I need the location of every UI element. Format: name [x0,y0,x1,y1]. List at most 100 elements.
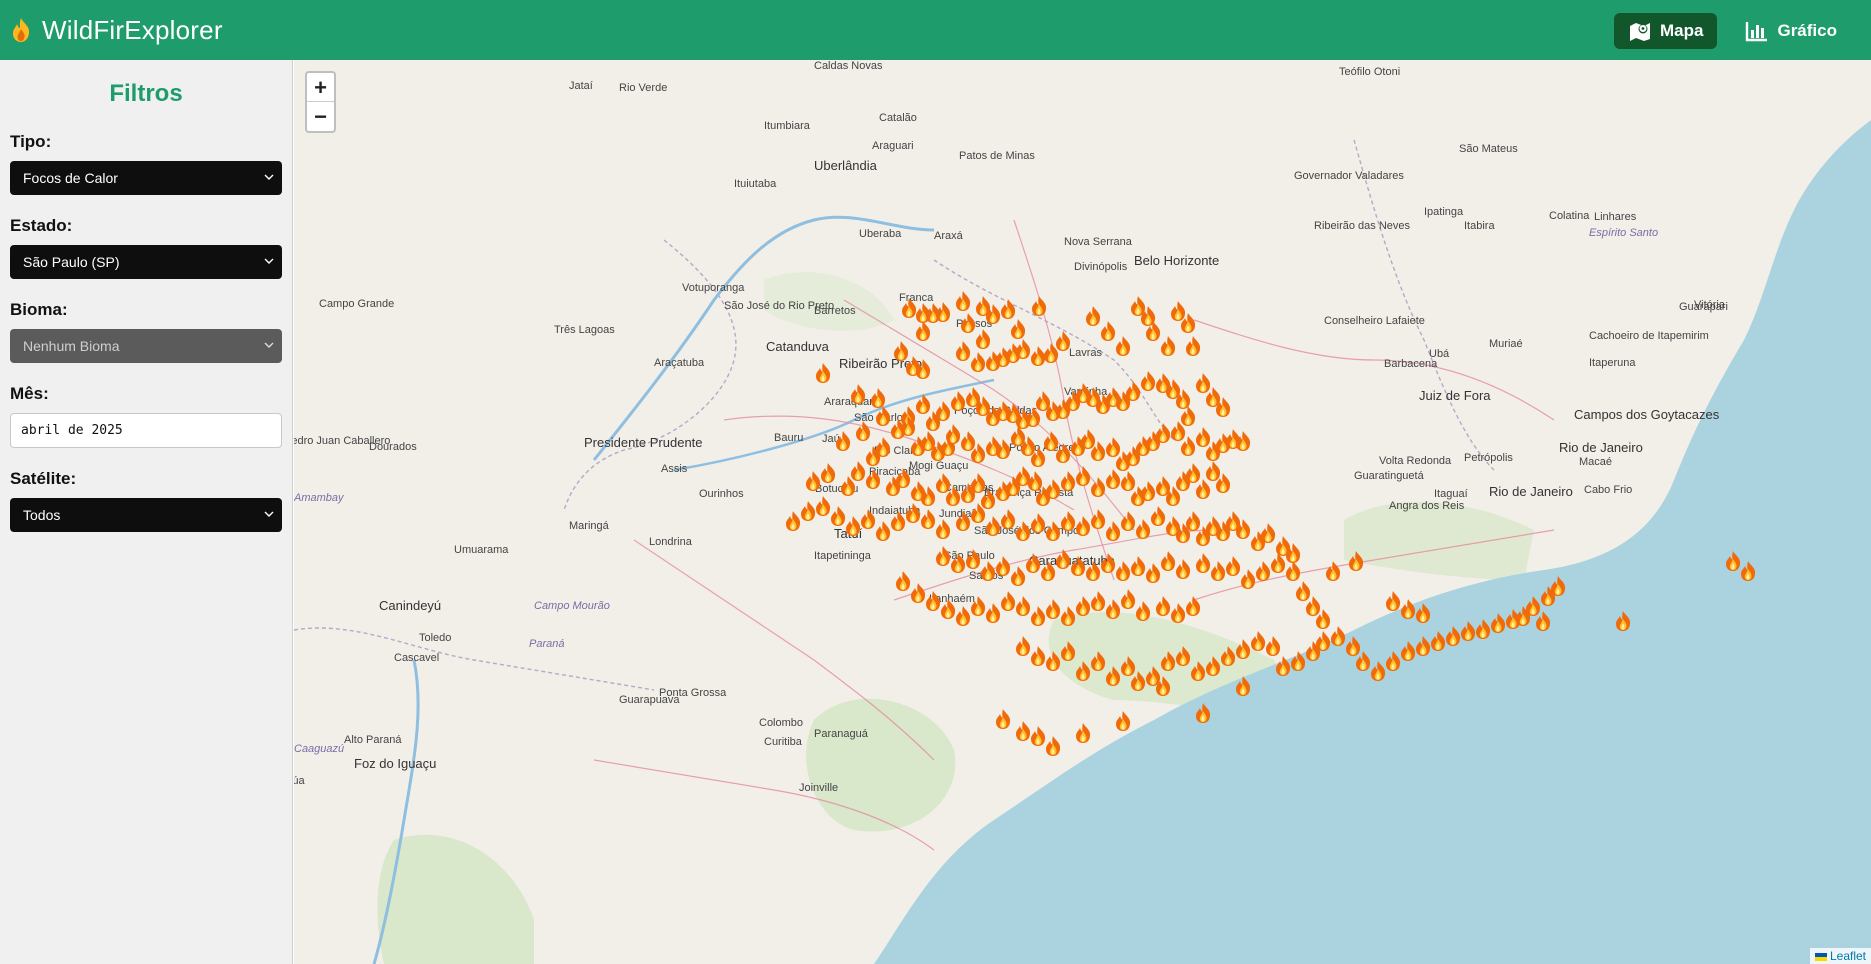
fire-marker-icon[interactable] [1347,550,1365,572]
map-place-label: Araguari [872,140,914,152]
estado-select[interactable]: São Paulo (SP) [10,245,282,279]
fire-marker-icon[interactable] [1179,312,1197,334]
fire-marker-icon[interactable] [1159,335,1177,357]
mes-label: Mês: [10,384,49,403]
fire-marker-icon[interactable] [1549,575,1567,597]
fire-marker-icon[interactable] [1044,735,1062,757]
satelite-label: Satélite: [10,469,77,488]
fire-marker-icon[interactable] [819,462,837,484]
fire-marker-icon[interactable] [974,328,992,350]
map-place-label: Colombo [759,717,804,729]
map-place-label: Colatina [1549,210,1590,222]
map-place-label: Assis [661,463,688,475]
bioma-select[interactable]: Nenhum Bioma [10,329,282,363]
brand[interactable]: WildFirExplorer [10,15,223,46]
map-place-label: Jataí [569,80,593,92]
fire-marker-icon[interactable] [1314,608,1332,630]
map-place-label: Patos de Minas [959,150,1035,162]
fire-marker-icon[interactable] [1324,560,1342,582]
zoom-in-button[interactable]: + [307,73,334,102]
fire-marker-icon[interactable] [1739,560,1757,582]
map-place-label: Nova Serrana [1064,236,1132,248]
app-title: WildFirExplorer [42,14,223,45]
map-place-label: Espírito Santo [1589,227,1659,239]
satelite-field: Satélite: Todos [10,469,282,532]
fire-marker-icon[interactable] [954,290,972,312]
fire-marker-icon[interactable] [864,468,882,490]
map-place-label: Caaguazú [294,743,345,755]
fire-marker-icon[interactable] [1134,600,1152,622]
fire-marker-icon[interactable] [1030,295,1048,317]
fire-marker-icon[interactable] [934,301,952,323]
fire-marker-icon[interactable] [1614,610,1632,632]
fire-marker-icon[interactable] [999,298,1017,320]
tipo-select[interactable]: Focos de Calor [10,161,282,195]
fire-marker-icon[interactable] [849,383,867,405]
fire-marker-icon[interactable] [854,420,872,442]
map-place-label: Umuarama [454,544,509,556]
fire-marker-icon[interactable] [994,708,1012,730]
map-nav-button[interactable]: Mapa [1614,13,1718,49]
map-place-label: Macaé [1579,456,1613,468]
month-input[interactable]: abril de 2025 [10,413,282,448]
fire-marker-icon[interactable] [1174,558,1192,580]
chevron-down-icon [264,342,274,348]
map-place-label: Belo Horizonte [1134,253,1220,268]
satelite-select[interactable]: Todos [10,498,282,532]
fire-marker-icon[interactable] [1264,635,1282,657]
bar-chart-icon [1746,22,1768,42]
bioma-value: Nenhum Bioma [23,338,120,354]
map-place-label: Itaperuna [1589,357,1636,369]
map-attribution[interactable]: Leaflet [1809,948,1871,964]
map-place-label: Londrina [649,536,692,548]
map-place-label: Barbacena [1384,358,1438,370]
fire-marker-icon[interactable] [1284,560,1302,582]
map-place-label: Ituiutaba [734,178,777,190]
flame-icon [13,18,30,42]
fire-marker-icon[interactable] [1214,396,1232,418]
fire-marker-icon[interactable] [1154,675,1172,697]
fire-marker-icon[interactable] [1184,595,1202,617]
fire-marker-icon[interactable] [1114,710,1132,732]
fire-marker-icon[interactable] [914,320,932,342]
zoom-out-button[interactable]: − [307,102,334,131]
fire-marker-icon[interactable] [834,430,852,452]
fire-marker-icon[interactable] [1234,675,1252,697]
map-place-label: Itapúa [294,775,305,787]
map-place-label: Guarapari [1679,301,1728,313]
fire-marker-icon[interactable] [814,362,832,384]
fire-marker-icon[interactable] [1059,640,1077,662]
fire-marker-icon[interactable] [1534,610,1552,632]
fire-marker-icon[interactable] [1009,318,1027,340]
map-place-label: Guaratinguetá [1354,470,1424,482]
map-place-label: Campo Grande [319,298,395,310]
map-place-label: Barretos [814,305,856,317]
fire-marker-icon[interactable] [1214,472,1232,494]
fire-marker-icon[interactable] [1194,702,1212,724]
estado-value: São Paulo (SP) [23,254,120,270]
fire-marker-icon[interactable] [1054,330,1072,352]
fire-marker-icon[interactable] [899,415,917,437]
fire-map[interactable]: + − Jataí Rio Verde Caldas Novas Itumbiara C… [294,60,1871,964]
month-value: abril de 2025 [21,423,123,438]
satelite-value: Todos [23,507,61,523]
map-place-label: Presidente Prudente [584,435,703,450]
fire-marker-icon[interactable] [1184,335,1202,357]
fire-marker-icon[interactable] [1234,430,1252,452]
attribution-link: Leaflet [1829,949,1866,963]
tipo-field: Tipo: Focos de Calor [10,132,282,195]
map-place-label: Catanduva [766,339,829,354]
chart-nav-label: Gráfico [1777,21,1837,40]
filters-sidebar: Filtros Tipo: Focos de Calor Estado: São… [0,60,293,964]
map-place-label: Ourinhos [699,488,744,500]
fire-marker-icon[interactable] [1114,335,1132,357]
fire-marker-icon[interactable] [914,358,932,380]
map-place-label: Cabo Frio [1584,484,1633,496]
map-place-label: Juiz de Fora [1419,388,1491,403]
fire-marker-icon[interactable] [1414,602,1432,624]
map-place-label: Três Lagoas [554,324,615,336]
fire-marker-icon[interactable] [934,518,952,540]
fire-marker-icon[interactable] [1074,722,1092,744]
zoom-control: + − [305,71,336,133]
chart-nav-button[interactable]: Gráfico [1731,13,1851,49]
